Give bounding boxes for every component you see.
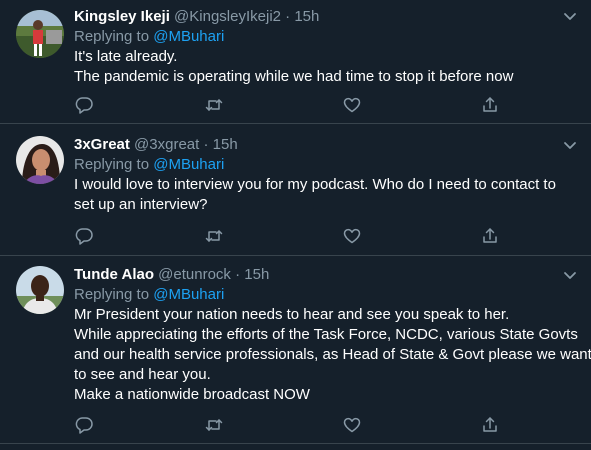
user-handle[interactable]: @3xgreat: [134, 136, 199, 153]
reply-icon[interactable]: [74, 95, 94, 115]
tweet-text-line: It's late already.: [74, 48, 178, 65]
avatar[interactable]: [16, 10, 64, 58]
user-handle[interactable]: @etunrock: [158, 266, 231, 283]
tweet-actions: [74, 226, 504, 246]
separator-dot: ·: [285, 8, 291, 25]
share-icon[interactable]: [480, 415, 500, 435]
tweet-header: Kingsley Ikeji @KingsleyIkeji2 · 15h: [74, 7, 567, 27]
tweet-text-line: While appreciating the efforts of the Ta…: [74, 326, 578, 343]
retweet-icon[interactable]: [204, 415, 224, 435]
replying-to-label: Replying to: [74, 286, 150, 303]
reply-icon[interactable]: [74, 226, 94, 246]
display-name[interactable]: 3xGreat: [74, 136, 130, 153]
like-icon[interactable]: [342, 415, 362, 435]
display-name[interactable]: Kingsley Ikeji: [74, 8, 170, 25]
like-icon[interactable]: [342, 226, 362, 246]
like-icon[interactable]: [342, 95, 362, 115]
share-icon[interactable]: [480, 95, 500, 115]
tweet-timestamp[interactable]: 15h: [213, 136, 238, 153]
replying-to-handle[interactable]: @MBuhari: [153, 156, 224, 173]
replying-to-label: Replying to: [74, 156, 150, 173]
retweet-icon[interactable]: [204, 95, 224, 115]
display-name[interactable]: Tunde Alao: [74, 266, 154, 283]
tweet[interactable]: 3xGreat @3xgreat · 15h Replying to @MBuh…: [0, 124, 591, 256]
tweet-actions: [74, 415, 504, 435]
separator-dot: ·: [235, 266, 241, 283]
chevron-down-icon[interactable]: [561, 136, 579, 154]
tweet-header: 3xGreat @3xgreat · 15h: [74, 135, 567, 155]
retweet-icon[interactable]: [204, 226, 224, 246]
tweet-text-line: I would love to interview you for my pod…: [74, 176, 556, 193]
tweet-text-line: Mr President your nation needs to hear a…: [74, 306, 510, 323]
tweet-text-line: and our health service professionals, as…: [74, 346, 591, 363]
avatar[interactable]: [16, 136, 64, 184]
replying-to: Replying to @MBuhari: [74, 155, 567, 175]
tweet[interactable]: Tunde Alao @etunrock · 15h Replying to @…: [0, 256, 591, 444]
replying-to-handle[interactable]: @MBuhari: [153, 28, 224, 45]
replying-to: Replying to @MBuhari: [74, 285, 567, 305]
separator-dot: ·: [203, 136, 209, 153]
tweet-timeline: Kingsley Ikeji @KingsleyIkeji2 · 15h Rep…: [0, 0, 591, 450]
tweet-timestamp[interactable]: 15h: [294, 8, 319, 25]
tweet-text-line: set up an interview?: [74, 196, 208, 213]
replying-to: Replying to @MBuhari: [74, 27, 567, 47]
tweet-actions: [74, 95, 504, 115]
replying-to-handle[interactable]: @MBuhari: [153, 286, 224, 303]
replying-to-label: Replying to: [74, 28, 150, 45]
avatar[interactable]: [16, 266, 64, 314]
tweet-timestamp[interactable]: 15h: [244, 266, 269, 283]
chevron-down-icon[interactable]: [561, 266, 579, 284]
reply-icon[interactable]: [74, 415, 94, 435]
tweet[interactable]: Kingsley Ikeji @KingsleyIkeji2 · 15h Rep…: [0, 0, 591, 124]
tweet-text-line: The pandemic is operating while we had t…: [74, 68, 514, 85]
tweet-text-line: to see and hear you.: [74, 366, 211, 383]
user-handle[interactable]: @KingsleyIkeji2: [174, 8, 281, 25]
share-icon[interactable]: [480, 226, 500, 246]
chevron-down-icon[interactable]: [561, 7, 579, 25]
tweet-header: Tunde Alao @etunrock · 15h: [74, 265, 567, 285]
tweet-text-line: Make a nationwide broadcast NOW: [74, 386, 310, 403]
